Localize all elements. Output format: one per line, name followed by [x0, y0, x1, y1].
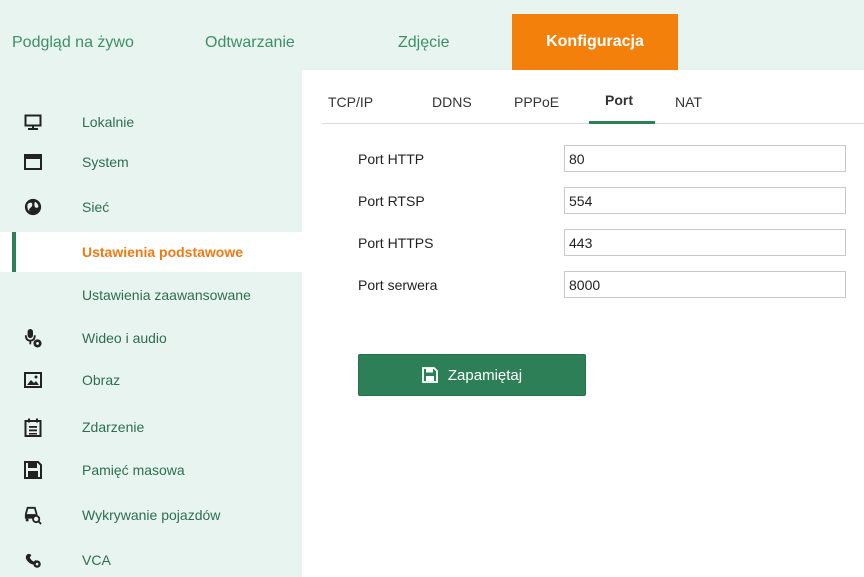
sidebar-item-image[interactable]: Obraz: [0, 360, 302, 400]
sidebar-item-label: Sieć: [82, 199, 110, 215]
sidebar-item-network[interactable]: Sieć: [0, 187, 302, 227]
sidebar-item-label: Zdarzenie: [82, 419, 145, 435]
active-tab-underline: [589, 121, 655, 124]
top-navigation: Podgląd na żywo Odtwarzanie Zdjęcie Konf…: [0, 0, 864, 70]
save-button[interactable]: Zapamiętaj: [358, 354, 586, 396]
rtsp-port-label: Port RTSP: [358, 193, 425, 209]
sidebar-item-vca[interactable]: VCA: [0, 540, 302, 577]
http-port-label: Port HTTP: [358, 151, 425, 167]
sidebar-item-label: VCA: [82, 552, 111, 568]
sidebar-item-label: Pamięć masowa: [82, 462, 185, 478]
image-icon: [24, 371, 42, 389]
sidebar-item-basic-settings[interactable]: Ustawienia podstawowe: [0, 232, 302, 272]
sidebar: Lokalnie System Sieć Ustawienia podstawo…: [0, 70, 302, 577]
sidebar-item-label: Lokalnie: [82, 114, 135, 130]
https-port-label: Port HTTPS: [358, 235, 434, 251]
sidebar-item-label: Ustawienia podstawowe: [82, 244, 244, 260]
sidebar-item-event[interactable]: Zdarzenie: [0, 407, 302, 447]
https-port-input[interactable]: [564, 229, 846, 256]
window-icon: [24, 153, 42, 171]
sidebar-item-label: Wideo i audio: [82, 330, 167, 346]
sidebar-item-label: Obraz: [82, 372, 121, 388]
selection-indicator: [12, 232, 16, 272]
monitor-icon: [24, 113, 42, 131]
sidebar-item-local[interactable]: Lokalnie: [0, 102, 302, 142]
vca-settings-icon: [24, 551, 42, 569]
calendar-list-icon: [24, 418, 42, 437]
network-subtabs: TCP/IP DDNS PPPoE Port NAT: [322, 80, 864, 124]
rtsp-port-row: Port RTSP: [358, 187, 846, 215]
http-port-row: Port HTTP: [358, 145, 846, 173]
vehicle-search-icon: [24, 506, 42, 525]
server-port-row: Port serwera: [358, 271, 846, 299]
microphone-settings-icon: [24, 329, 42, 348]
floppy-disk-icon: [24, 461, 42, 479]
tab-picture[interactable]: Zdjęcie: [398, 18, 450, 68]
rtsp-port-input[interactable]: [564, 187, 846, 214]
floppy-disk-icon: [421, 367, 438, 383]
sidebar-item-advanced-settings[interactable]: Ustawienia zaawansowane: [0, 275, 302, 315]
sidebar-item-vehicle-detection[interactable]: Wykrywanie pojazdów: [0, 495, 302, 535]
server-port-label: Port serwera: [358, 277, 438, 293]
sidebar-item-label: System: [82, 154, 129, 170]
https-port-row: Port HTTPS: [358, 229, 846, 257]
globe-icon: [24, 198, 42, 216]
sidebar-item-storage[interactable]: Pamięć masowa: [0, 450, 302, 490]
tab-nat[interactable]: NAT: [675, 94, 702, 110]
sidebar-item-system[interactable]: System: [0, 142, 302, 182]
sidebar-item-video-audio[interactable]: Wideo i audio: [0, 318, 302, 358]
sidebar-item-label: Wykrywanie pojazdów: [82, 507, 221, 523]
save-button-label: Zapamiętaj: [447, 366, 523, 384]
server-port-input[interactable]: [564, 271, 846, 298]
tab-configuration[interactable]: Konfiguracja: [512, 14, 678, 70]
tab-ddns[interactable]: DDNS: [432, 94, 472, 110]
tab-playback[interactable]: Odtwarzanie: [205, 18, 295, 68]
sidebar-item-label: Ustawienia zaawansowane: [82, 287, 251, 303]
tab-pppoe[interactable]: PPPoE: [514, 94, 559, 110]
tab-port[interactable]: Port: [605, 92, 633, 108]
http-port-input[interactable]: [564, 145, 846, 172]
tab-tcpip[interactable]: TCP/IP: [328, 94, 373, 110]
tab-live-view[interactable]: Podgląd na żywo: [12, 18, 134, 68]
